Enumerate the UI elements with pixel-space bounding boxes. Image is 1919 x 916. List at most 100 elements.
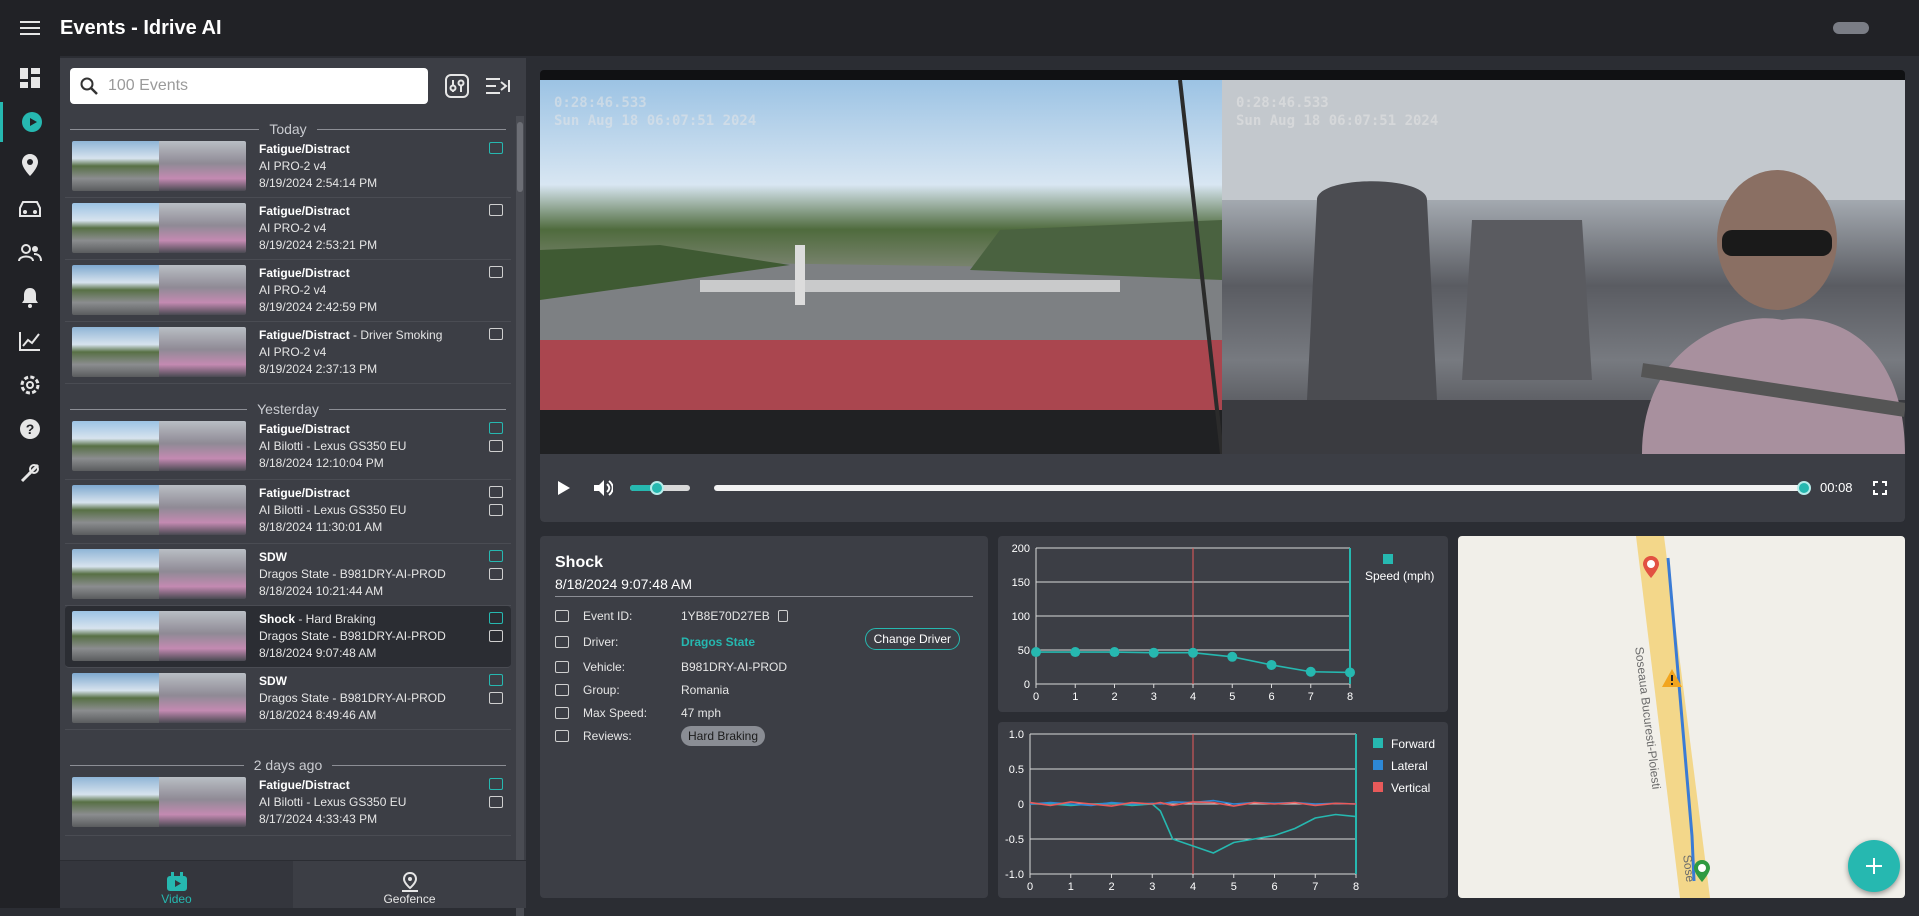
volume-knob[interactable] xyxy=(650,481,664,495)
legend-label: Vertical xyxy=(1391,781,1430,795)
x-tick-label: 0 xyxy=(1033,691,1039,703)
x-tick-label: 8 xyxy=(1353,881,1359,893)
event-details-card: Shock 8/18/2024 9:07:48 AM Event ID: 1YB… xyxy=(540,536,988,898)
event-type: SDW xyxy=(259,550,287,564)
alerts-bell-icon[interactable] xyxy=(0,277,60,317)
event-list-item[interactable]: Shock - Hard Braking Dragos State - B981D… xyxy=(65,606,511,668)
event-list-item[interactable]: SDW Dragos State - B981DRY-AI-PROD 8/18/20… xyxy=(65,544,511,606)
image-icon xyxy=(489,204,503,216)
start-marker-icon[interactable] xyxy=(1643,556,1659,582)
route-map[interactable]: Soseaua Bucuresti-Ploiesti Sose xyxy=(1458,536,1905,898)
change-driver-button[interactable]: Change Driver xyxy=(864,628,960,650)
vehicles-icon[interactable] xyxy=(0,189,60,229)
event-list-item[interactable]: Fatigue/Distract AI PRO-2 v4 8/19/2024 2:5… xyxy=(65,136,511,198)
legend-label: Forward xyxy=(1391,737,1435,751)
tab-geofence[interactable]: Geofence xyxy=(293,861,526,908)
volume-icon[interactable] xyxy=(591,476,615,500)
collapse-list-icon[interactable] xyxy=(484,72,512,100)
event-device: AI Bilotti - Lexus GS350 EU xyxy=(259,439,407,453)
x-tick-label: 2 xyxy=(1111,691,1117,703)
tools-icon[interactable] xyxy=(0,453,60,493)
event-time: 8/19/2024 2:37:13 PM xyxy=(259,362,378,376)
driver-badge-icon xyxy=(489,796,503,808)
menu-icon[interactable] xyxy=(0,0,60,56)
review-chip[interactable]: Hard Braking xyxy=(681,726,766,746)
x-tick-label: 0 xyxy=(1027,881,1033,893)
y-tick-label: 0 xyxy=(1024,679,1030,691)
help-icon[interactable]: ? xyxy=(0,409,60,449)
event-thumbnail xyxy=(72,421,246,471)
x-tick-label: 6 xyxy=(1271,881,1277,893)
driver-badge-icon xyxy=(555,636,569,648)
speed-chart-svg: 0 50 100 150 200 0 1 2 3 4 5 6 7 8 Speed (mph) xyxy=(1012,543,1435,703)
avatar[interactable] xyxy=(1833,22,1869,34)
event-type: Fatigue/Distract xyxy=(259,204,350,218)
event-type: Fatigue/Distract xyxy=(259,328,350,342)
event-list-item[interactable]: Fatigue/Distract AI Bilotti - Lexus GS350… xyxy=(65,772,511,836)
settings-gear-icon[interactable] xyxy=(0,365,60,405)
y-tick-label: 1.0 xyxy=(1009,729,1024,741)
seek-knob[interactable] xyxy=(1797,481,1811,495)
video-icon xyxy=(489,142,503,154)
y-tick-label: 50 xyxy=(1018,645,1030,657)
event-list-item[interactable]: Fatigue/Distract AI PRO-2 v4 8/19/2024 2:4… xyxy=(65,260,511,322)
add-fab-button[interactable] xyxy=(1848,840,1900,892)
road-camera-view[interactable]: 0:28:46.533 Sun Aug 18 06:07:51 2024 xyxy=(540,80,1222,454)
event-list-item[interactable]: Fatigue/Distract AI PRO-2 v4 8/19/2024 2:5… xyxy=(65,198,511,260)
event-list-item[interactable]: SDW xyxy=(65,834,511,836)
event-device: AI PRO-2 v4 xyxy=(259,159,327,173)
event-subtype: - Hard Braking xyxy=(295,612,376,626)
video-icon xyxy=(489,674,503,686)
y-tick-label: 200 xyxy=(1012,543,1030,555)
copy-icon[interactable] xyxy=(777,610,788,622)
x-tick-label: 8 xyxy=(1347,691,1353,703)
event-list-item[interactable]: Fatigue/Distract - Driver Smoking AI PRO-… xyxy=(65,322,511,384)
event-list-item[interactable]: Fatigue/Distract AI Bilotti - Lexus GS350… xyxy=(65,416,511,480)
data-point xyxy=(1070,647,1081,658)
group-row: Group: Romania xyxy=(555,680,975,700)
fullscreen-icon[interactable] xyxy=(1868,476,1892,500)
event-time: 8/17/2024 4:33:43 PM xyxy=(259,812,378,826)
image-icon xyxy=(489,486,503,498)
x-tick-label: 6 xyxy=(1268,691,1274,703)
seek-bar[interactable] xyxy=(714,485,1804,491)
list-scrollbar[interactable] xyxy=(516,116,524,916)
driver-badge-icon xyxy=(489,692,503,704)
warning-event-icon[interactable] xyxy=(1661,668,1683,688)
dashboard-icon[interactable] xyxy=(0,58,60,98)
driver-badge-icon xyxy=(489,630,503,642)
event-thumbnail xyxy=(72,673,246,723)
event-thumbnail xyxy=(72,777,246,827)
y-tick-label: -1.0 xyxy=(1005,869,1024,881)
legend-label: Speed (mph) xyxy=(1365,569,1434,583)
x-tick-label: 1 xyxy=(1072,691,1078,703)
folder-icon xyxy=(555,610,569,622)
reports-chart-icon[interactable] xyxy=(0,321,60,361)
event-list-item[interactable]: SDW Dragos State - B981DRY-AI-PROD 8/18/20… xyxy=(65,668,511,730)
play-icon[interactable] xyxy=(552,476,576,500)
event-device: AI PRO-2 v4 xyxy=(259,221,327,235)
legend-swatch xyxy=(1383,554,1393,564)
event-list-item[interactable]: Fatigue/Distract AI Bilotti - Lexus GS350… xyxy=(65,480,511,544)
events-play-icon[interactable] xyxy=(0,102,60,142)
cabin-camera-view[interactable]: 0:28:46.533 Sun Aug 18 06:07:51 2024 xyxy=(1222,80,1905,454)
y-tick-label: 100 xyxy=(1012,611,1030,623)
location-pin-icon[interactable] xyxy=(0,145,60,185)
driver-link[interactable]: Dragos State xyxy=(681,635,755,649)
event-id-value: 1YB8E70D27EB xyxy=(681,609,770,623)
x-tick-label: 3 xyxy=(1149,881,1155,893)
event-type: Fatigue/Distract xyxy=(259,486,350,500)
event-thumbnail xyxy=(72,203,246,253)
filter-icon[interactable] xyxy=(443,72,471,100)
tab-video[interactable]: Video xyxy=(60,861,293,908)
event-type: Fatigue/Distract xyxy=(259,142,350,156)
event-thumbnail xyxy=(72,611,246,661)
search-input[interactable] xyxy=(108,77,408,95)
osd-time-right: 0:28:46.533 xyxy=(1236,95,1329,111)
search-box[interactable] xyxy=(70,68,428,104)
event-list: Today Yesterday 2 days ago Fatigue/Distr… xyxy=(60,116,516,836)
reviews-row: Reviews: Hard Braking xyxy=(555,726,975,746)
drivers-icon[interactable] xyxy=(0,233,60,273)
speed-chart: 0 50 100 150 200 0 1 2 3 4 5 6 7 8 Speed (mph) xyxy=(998,536,1448,712)
vehicle-value: B981DRY-AI-PROD xyxy=(681,660,788,674)
